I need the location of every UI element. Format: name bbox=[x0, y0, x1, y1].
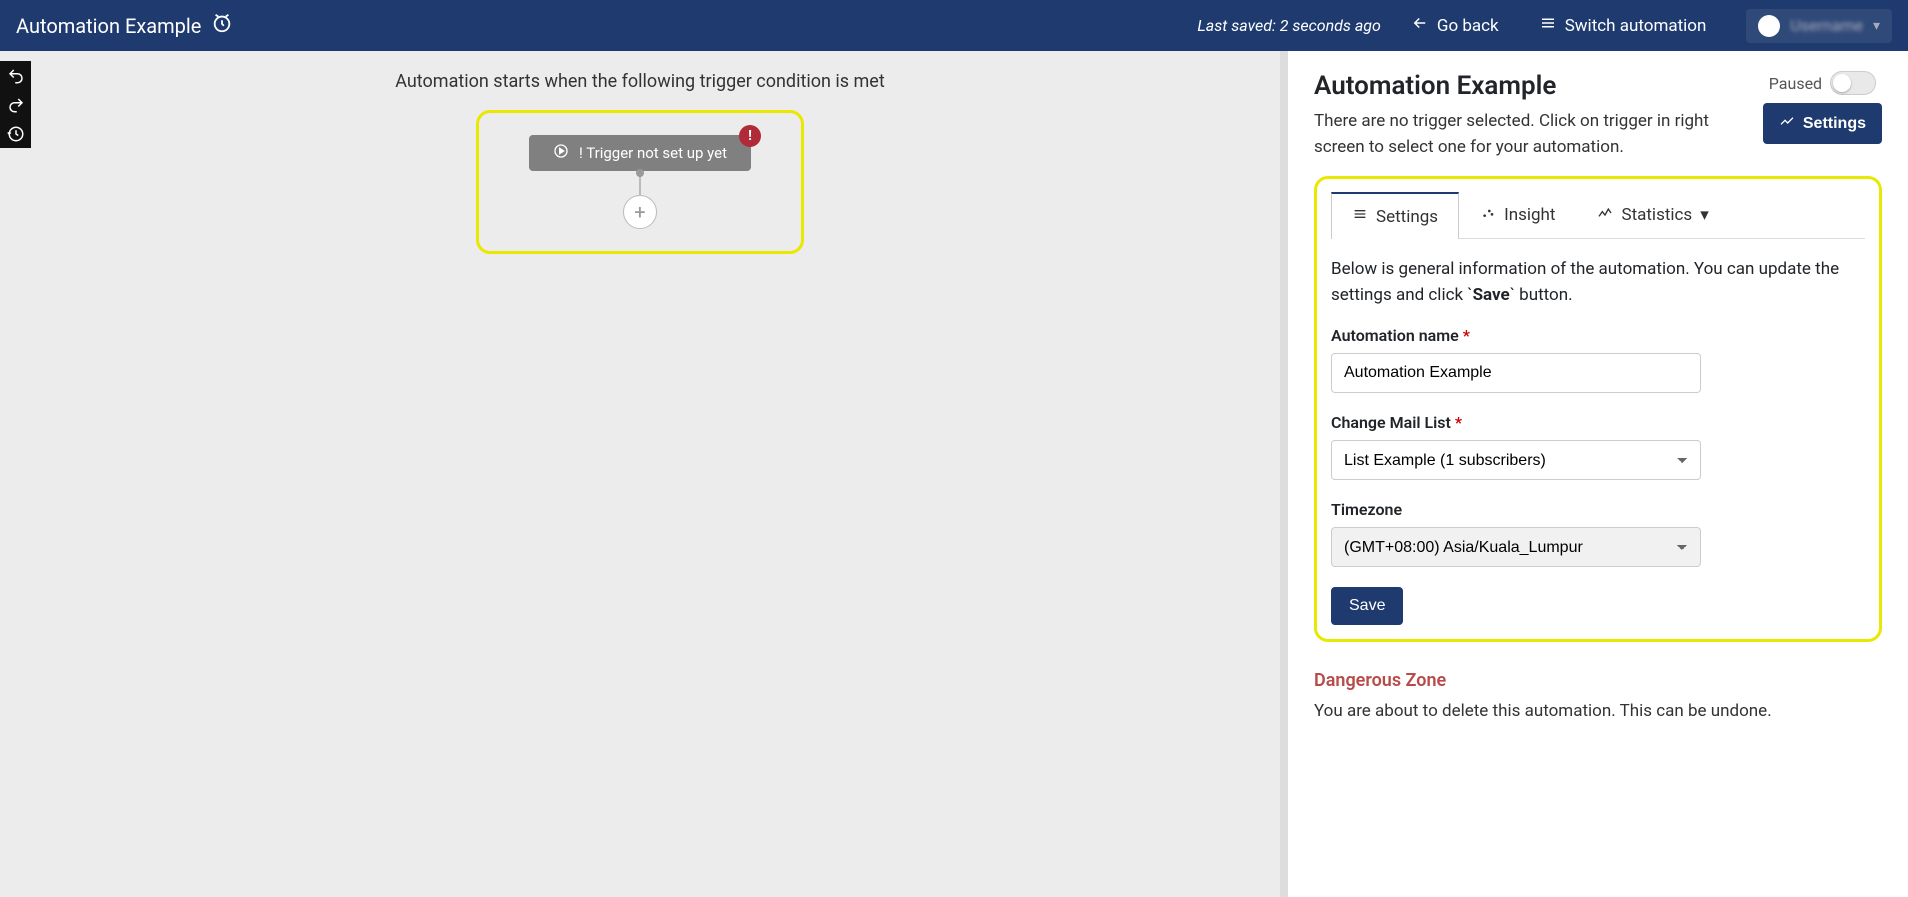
settings-highlight-box: Settings Insight Statistics ▾ Below is g… bbox=[1314, 176, 1882, 642]
timezone-select[interactable]: (GMT+08:00) Asia/Kuala_Lumpur bbox=[1331, 527, 1701, 567]
tab-statistics-label: Statistics bbox=[1621, 205, 1692, 225]
chart-line-icon bbox=[1779, 113, 1795, 134]
scatter-icon bbox=[1480, 205, 1496, 226]
undo-button[interactable] bbox=[0, 61, 31, 90]
divider[interactable] bbox=[1280, 51, 1288, 897]
connector-line bbox=[639, 171, 641, 195]
go-back-label: Go back bbox=[1437, 16, 1499, 36]
redo-button[interactable] bbox=[0, 90, 31, 119]
canvas-description: Automation starts when the following tri… bbox=[395, 71, 885, 92]
tab-body: Below is general information of the auto… bbox=[1331, 239, 1865, 625]
maillist-select[interactable]: List Example (1 subscribers) bbox=[1331, 440, 1701, 480]
arrow-left-icon bbox=[1411, 14, 1429, 37]
clock-icon bbox=[211, 12, 233, 39]
trend-icon bbox=[1597, 205, 1613, 226]
list-icon bbox=[1352, 206, 1368, 227]
save-button[interactable]: Save bbox=[1331, 587, 1403, 625]
main: Automation starts when the following tri… bbox=[0, 51, 1908, 897]
paused-toggle[interactable] bbox=[1830, 71, 1876, 95]
name-label: Automation name * bbox=[1331, 326, 1865, 345]
tab-statistics[interactable]: Statistics ▾ bbox=[1576, 191, 1729, 238]
tab-insight[interactable]: Insight bbox=[1459, 191, 1576, 238]
chevron-down-icon: ▾ bbox=[1700, 205, 1709, 225]
dangerous-zone-text: You are about to delete this automation.… bbox=[1314, 701, 1882, 721]
panel-title: Automation Example bbox=[1314, 71, 1743, 101]
page-title: Automation Example bbox=[16, 12, 233, 39]
timezone-label: Timezone bbox=[1331, 500, 1865, 519]
canvas-area: Automation starts when the following tri… bbox=[0, 51, 1280, 897]
play-icon bbox=[553, 143, 569, 163]
chevron-down-icon: ▾ bbox=[1873, 18, 1880, 34]
tab-settings-label: Settings bbox=[1376, 207, 1438, 227]
side-panel: Automation Example There are no trigger … bbox=[1288, 51, 1908, 897]
panel-header: Automation Example There are no trigger … bbox=[1314, 71, 1882, 160]
history-button[interactable] bbox=[0, 119, 31, 148]
list-icon bbox=[1539, 14, 1557, 37]
go-back-link[interactable]: Go back bbox=[1411, 14, 1499, 37]
tool-column bbox=[0, 61, 31, 148]
trigger-label: ! Trigger not set up yet bbox=[579, 144, 727, 162]
dangerous-zone-title: Dangerous Zone bbox=[1314, 670, 1882, 691]
user-menu[interactable]: Username ▾ bbox=[1746, 9, 1892, 43]
avatar bbox=[1758, 15, 1780, 37]
panel-subtitle: There are no trigger selected. Click on … bbox=[1314, 109, 1743, 160]
dangerous-zone: Dangerous Zone You are about to delete t… bbox=[1314, 670, 1882, 721]
alert-badge: ! bbox=[739, 125, 761, 147]
add-node-button[interactable]: + bbox=[623, 195, 657, 229]
paused-label: Paused bbox=[1769, 74, 1822, 93]
switch-label: Switch automation bbox=[1565, 16, 1707, 36]
switch-automation-link[interactable]: Switch automation bbox=[1539, 14, 1707, 37]
settings-button[interactable]: Settings bbox=[1763, 103, 1882, 144]
tabs: Settings Insight Statistics ▾ bbox=[1331, 191, 1865, 239]
settings-button-label: Settings bbox=[1803, 115, 1866, 133]
tab-settings[interactable]: Settings bbox=[1331, 192, 1459, 239]
trigger-node[interactable]: ! Trigger not set up yet ! bbox=[529, 135, 751, 171]
settings-intro: Below is general information of the auto… bbox=[1331, 257, 1865, 308]
paused-toggle-wrap: Paused Settings bbox=[1763, 71, 1882, 144]
automation-name-input[interactable] bbox=[1331, 353, 1701, 393]
user-name: Username bbox=[1790, 16, 1863, 35]
last-saved: Last saved: 2 seconds ago bbox=[1197, 16, 1380, 35]
page-title-text: Automation Example bbox=[16, 14, 201, 38]
tab-insight-label: Insight bbox=[1504, 205, 1555, 225]
maillist-label: Change Mail List * bbox=[1331, 413, 1865, 432]
topbar: Automation Example Last saved: 2 seconds… bbox=[0, 0, 1908, 51]
canvas-highlight-box: ! Trigger not set up yet ! + bbox=[476, 110, 804, 254]
